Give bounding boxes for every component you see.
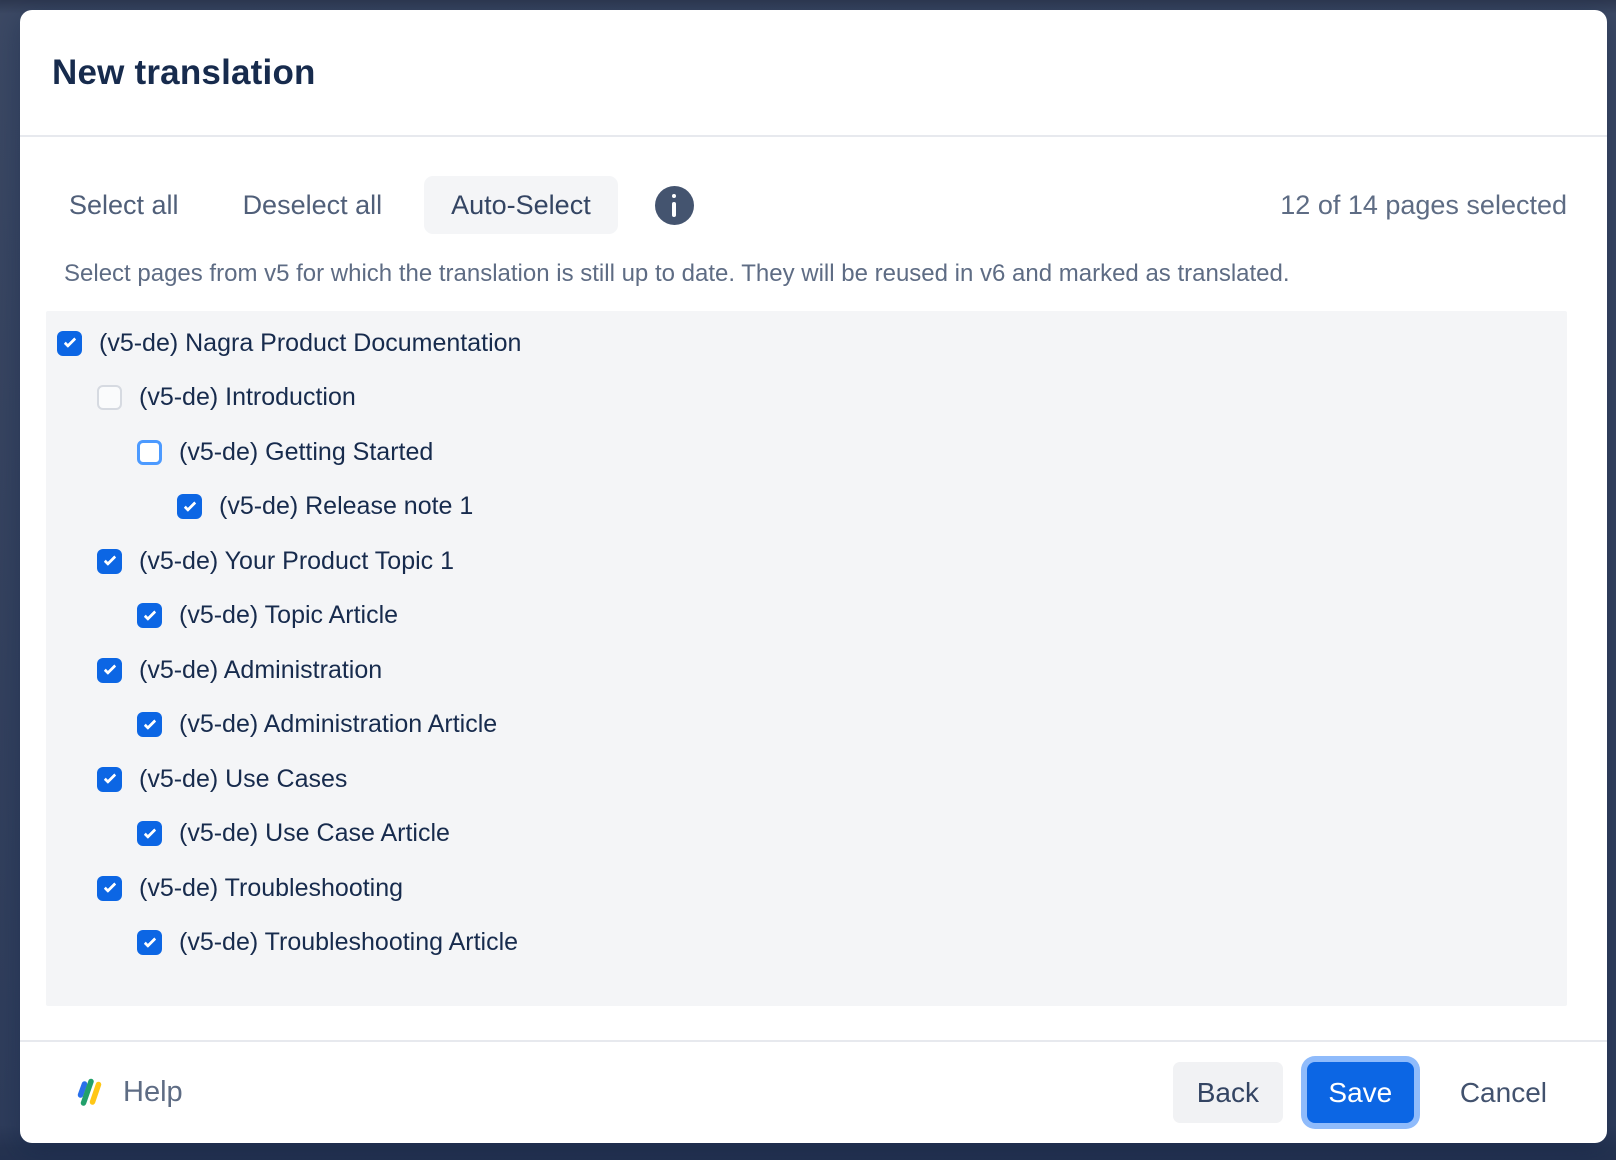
check-icon xyxy=(143,935,156,948)
help-label: Help xyxy=(123,1076,183,1109)
tree-item-label: (v5-de) Your Product Topic 1 xyxy=(139,547,454,576)
check-icon xyxy=(103,880,116,893)
tree-item[interactable]: (v5-de) Nagra Product Documentation xyxy=(46,316,1567,371)
tree-item[interactable]: (v5-de) Administration xyxy=(46,643,1567,698)
tree-item-label: (v5-de) Troubleshooting Article xyxy=(179,928,518,957)
back-button[interactable]: Back xyxy=(1173,1062,1283,1123)
check-icon xyxy=(103,553,116,566)
tree-item[interactable]: (v5-de) Topic Article xyxy=(46,589,1567,644)
tree-item[interactable]: (v5-de) Troubleshooting xyxy=(46,861,1567,916)
check-icon xyxy=(143,717,156,730)
tree-item[interactable]: (v5-de) Release note 1 xyxy=(46,480,1567,535)
dialog-title: New translation xyxy=(52,53,316,93)
tree-item[interactable]: (v5-de) Use Case Article xyxy=(46,807,1567,862)
tree-item[interactable]: (v5-de) Troubleshooting Article xyxy=(46,916,1567,971)
new-translation-dialog: New translation Select all Deselect all … xyxy=(20,10,1607,1143)
dialog-body: Select all Deselect all Auto-Select 12 o… xyxy=(20,137,1607,1040)
tree-item-label: (v5-de) Getting Started xyxy=(179,438,433,467)
tree-item-checkbox[interactable] xyxy=(137,440,162,465)
deselect-all-button[interactable]: Deselect all xyxy=(243,190,383,221)
tree-item[interactable]: (v5-de) Introduction xyxy=(46,371,1567,426)
tree-item-checkbox[interactable] xyxy=(137,821,162,846)
tree-item-checkbox[interactable] xyxy=(97,549,122,574)
tree-item-label: (v5-de) Administration xyxy=(139,656,382,685)
tree-item-label: (v5-de) Troubleshooting xyxy=(139,874,403,903)
auto-select-button[interactable]: Auto-Select xyxy=(424,176,618,234)
tree-item-checkbox[interactable] xyxy=(97,385,122,410)
dialog-footer: Help Back Save Cancel xyxy=(20,1040,1607,1143)
check-icon xyxy=(103,662,116,675)
tree-item-label: (v5-de) Topic Article xyxy=(179,601,398,630)
tree-item-label: (v5-de) Introduction xyxy=(139,383,356,412)
tree-item-checkbox[interactable] xyxy=(57,331,82,356)
tree-item[interactable]: (v5-de) Administration Article xyxy=(46,698,1567,753)
check-icon xyxy=(143,826,156,839)
help-link[interactable]: Help xyxy=(74,1076,183,1109)
selection-toolbar: Select all Deselect all Auto-Select 12 o… xyxy=(69,176,1567,234)
footer-actions: Back Save Cancel xyxy=(1173,1062,1547,1123)
tree-item-label: (v5-de) Use Cases xyxy=(139,765,347,794)
tree-item-checkbox[interactable] xyxy=(97,767,122,792)
tree-item-checkbox[interactable] xyxy=(137,712,162,737)
tree-item-label: (v5-de) Nagra Product Documentation xyxy=(99,329,521,358)
info-icon[interactable] xyxy=(655,186,694,225)
check-icon xyxy=(63,335,76,348)
tree-item-checkbox[interactable] xyxy=(137,603,162,628)
dialog-description: Select pages from v5 for which the trans… xyxy=(64,260,1567,288)
cancel-button[interactable]: Cancel xyxy=(1460,1077,1547,1109)
tree-item[interactable]: (v5-de) Use Cases xyxy=(46,752,1567,807)
selection-count: 12 of 14 pages selected xyxy=(1280,190,1567,221)
tree-item[interactable]: (v5-de) Getting Started xyxy=(46,425,1567,480)
tree-item-label: (v5-de) Use Case Article xyxy=(179,819,450,848)
check-icon xyxy=(183,499,196,512)
three-slashes-logo-icon xyxy=(74,1078,105,1107)
tree-item-checkbox[interactable] xyxy=(97,876,122,901)
dialog-header: New translation xyxy=(20,10,1607,137)
tree-item-checkbox[interactable] xyxy=(177,494,202,519)
select-all-button[interactable]: Select all xyxy=(69,190,179,221)
tree-item-checkbox[interactable] xyxy=(137,930,162,955)
save-button[interactable]: Save xyxy=(1307,1062,1414,1123)
page-tree: (v5-de) Nagra Product Documentation (v5-… xyxy=(46,311,1567,1006)
tree-item-label: (v5-de) Release note 1 xyxy=(219,492,473,521)
tree-item-checkbox[interactable] xyxy=(97,658,122,683)
tree-item[interactable]: (v5-de) Your Product Topic 1 xyxy=(46,534,1567,589)
check-icon xyxy=(103,771,116,784)
tree-item-label: (v5-de) Administration Article xyxy=(179,710,497,739)
screen-backdrop: New translation Select all Deselect all … xyxy=(0,0,1616,1160)
check-icon xyxy=(143,608,156,621)
